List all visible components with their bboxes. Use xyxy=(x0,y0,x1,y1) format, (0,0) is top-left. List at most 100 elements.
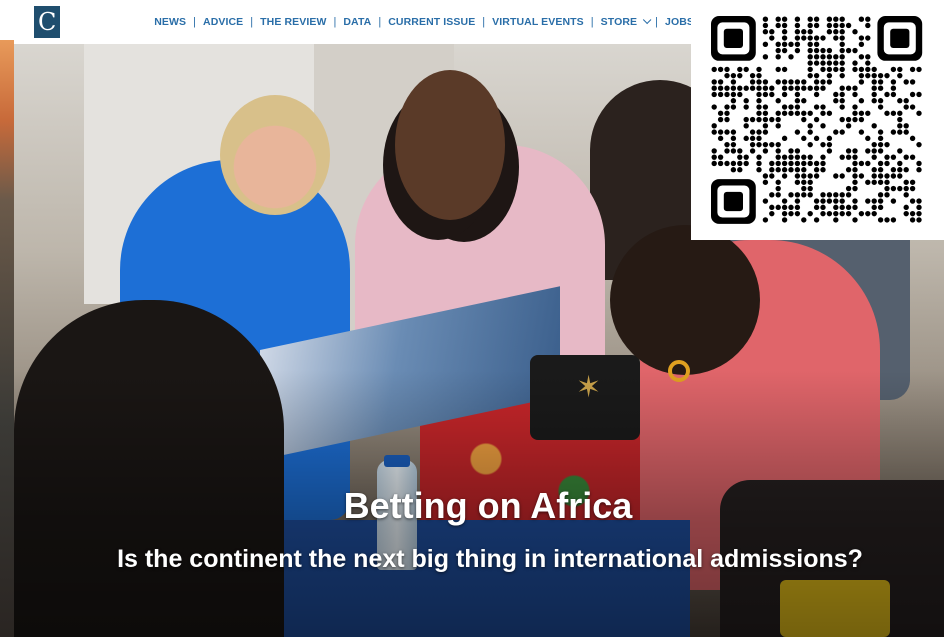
qr-dot xyxy=(845,210,852,217)
qr-dot xyxy=(839,91,845,98)
qr-dot xyxy=(833,204,839,211)
nav-current-issue[interactable]: CURRENT ISSUE xyxy=(388,16,475,28)
qr-dot xyxy=(871,173,877,179)
qr-dot xyxy=(737,148,743,154)
nav-advice[interactable]: ADVICE xyxy=(203,16,243,28)
qr-dot xyxy=(833,54,839,60)
qr-dot xyxy=(865,160,871,167)
qr-dot xyxy=(839,41,845,47)
qr-dot xyxy=(858,41,865,47)
qr-dot xyxy=(871,66,877,73)
qr-dot xyxy=(794,210,801,217)
qr-dot xyxy=(762,123,769,129)
nav-virtual-events[interactable]: VIRTUAL EVENTS xyxy=(492,16,584,28)
qr-dot xyxy=(865,198,871,204)
qr-dot xyxy=(865,72,871,79)
qr-dot xyxy=(775,154,781,160)
qr-dot xyxy=(801,85,807,91)
nav-news[interactable]: NEWS xyxy=(154,16,186,28)
qr-dot xyxy=(788,167,794,173)
qr-dot xyxy=(724,104,730,110)
qr-dot xyxy=(845,22,852,29)
qr-dot xyxy=(871,148,877,154)
qr-dot xyxy=(717,116,724,123)
qr-dot xyxy=(730,141,737,148)
qr-dot xyxy=(826,141,833,148)
nav-jobs[interactable]: JOBS xyxy=(665,16,694,28)
qr-dot xyxy=(877,167,884,173)
qr-finder-bottom-left xyxy=(711,179,756,224)
qr-dot xyxy=(775,47,781,54)
qr-dot xyxy=(833,98,839,104)
qr-dot xyxy=(884,154,890,160)
qr-dot xyxy=(756,135,762,142)
qr-dot xyxy=(820,123,826,129)
qr-dot xyxy=(807,29,813,35)
qr-dot xyxy=(788,79,794,85)
qr-dot xyxy=(833,129,839,135)
qr-dot xyxy=(839,35,845,41)
qr-dot xyxy=(813,160,820,167)
qr-dot xyxy=(717,66,724,73)
qr-dot xyxy=(820,110,826,116)
qr-dot xyxy=(858,129,865,135)
qr-dot xyxy=(813,47,820,54)
qr-dot xyxy=(871,154,877,160)
qr-dot xyxy=(852,185,858,192)
qr-dot xyxy=(871,141,877,148)
qr-dot xyxy=(717,135,724,142)
qr-dot xyxy=(852,60,858,66)
qr-dot xyxy=(839,29,845,35)
qr-dot xyxy=(820,85,826,91)
qr-dot xyxy=(877,198,884,204)
qr-dot xyxy=(813,79,820,85)
qr-dot xyxy=(909,185,916,192)
qr-dot xyxy=(801,217,807,223)
qr-dot xyxy=(903,98,909,104)
qr-dot xyxy=(916,91,922,98)
qr-dot xyxy=(858,98,865,104)
top-navigation-bar: C NEWS | ADVICE | THE REVIEW | DATA | CU… xyxy=(14,0,694,44)
qr-dot xyxy=(781,29,788,35)
qr-dot xyxy=(903,167,909,173)
nav-store[interactable]: STORE xyxy=(601,15,652,28)
qr-dot xyxy=(813,104,820,110)
qr-dot xyxy=(897,185,903,192)
qr-dot xyxy=(749,148,756,154)
qr-dot xyxy=(852,85,858,91)
qr-dot xyxy=(788,148,794,154)
qr-dot xyxy=(813,72,820,79)
qr-dot xyxy=(897,110,903,116)
qr-dot xyxy=(833,66,839,73)
qr-dot xyxy=(813,41,820,47)
qr-dot xyxy=(833,16,839,22)
qr-dot xyxy=(909,66,916,73)
hero-subtitle: Is the continent the next big thing in i… xyxy=(117,545,863,573)
qr-dot xyxy=(826,79,833,85)
qr-dot xyxy=(897,72,903,79)
qr-dot xyxy=(756,91,762,98)
qr-dot xyxy=(756,66,762,73)
qr-dot xyxy=(794,148,801,154)
qr-dot xyxy=(852,167,858,173)
qr-dot xyxy=(801,179,807,185)
nav-the-review[interactable]: THE REVIEW xyxy=(260,16,326,28)
qr-dot xyxy=(813,217,820,223)
qr-dot xyxy=(916,141,922,148)
site-logo[interactable]: C xyxy=(34,6,61,38)
qr-dot xyxy=(839,204,845,211)
qr-dot xyxy=(852,179,858,185)
qr-dot xyxy=(820,79,826,85)
qr-dot xyxy=(820,198,826,204)
qr-dot xyxy=(794,198,801,204)
qr-dot xyxy=(781,167,788,173)
nav-data[interactable]: DATA xyxy=(343,16,371,28)
qr-dot xyxy=(756,116,762,123)
qr-dot xyxy=(833,198,839,204)
hero-title[interactable]: Betting on Africa xyxy=(16,485,944,527)
qr-dot xyxy=(826,54,833,60)
qr-dot xyxy=(820,104,826,110)
qr-dot xyxy=(903,154,909,160)
qr-dot xyxy=(890,85,897,91)
qr-dot xyxy=(801,79,807,85)
